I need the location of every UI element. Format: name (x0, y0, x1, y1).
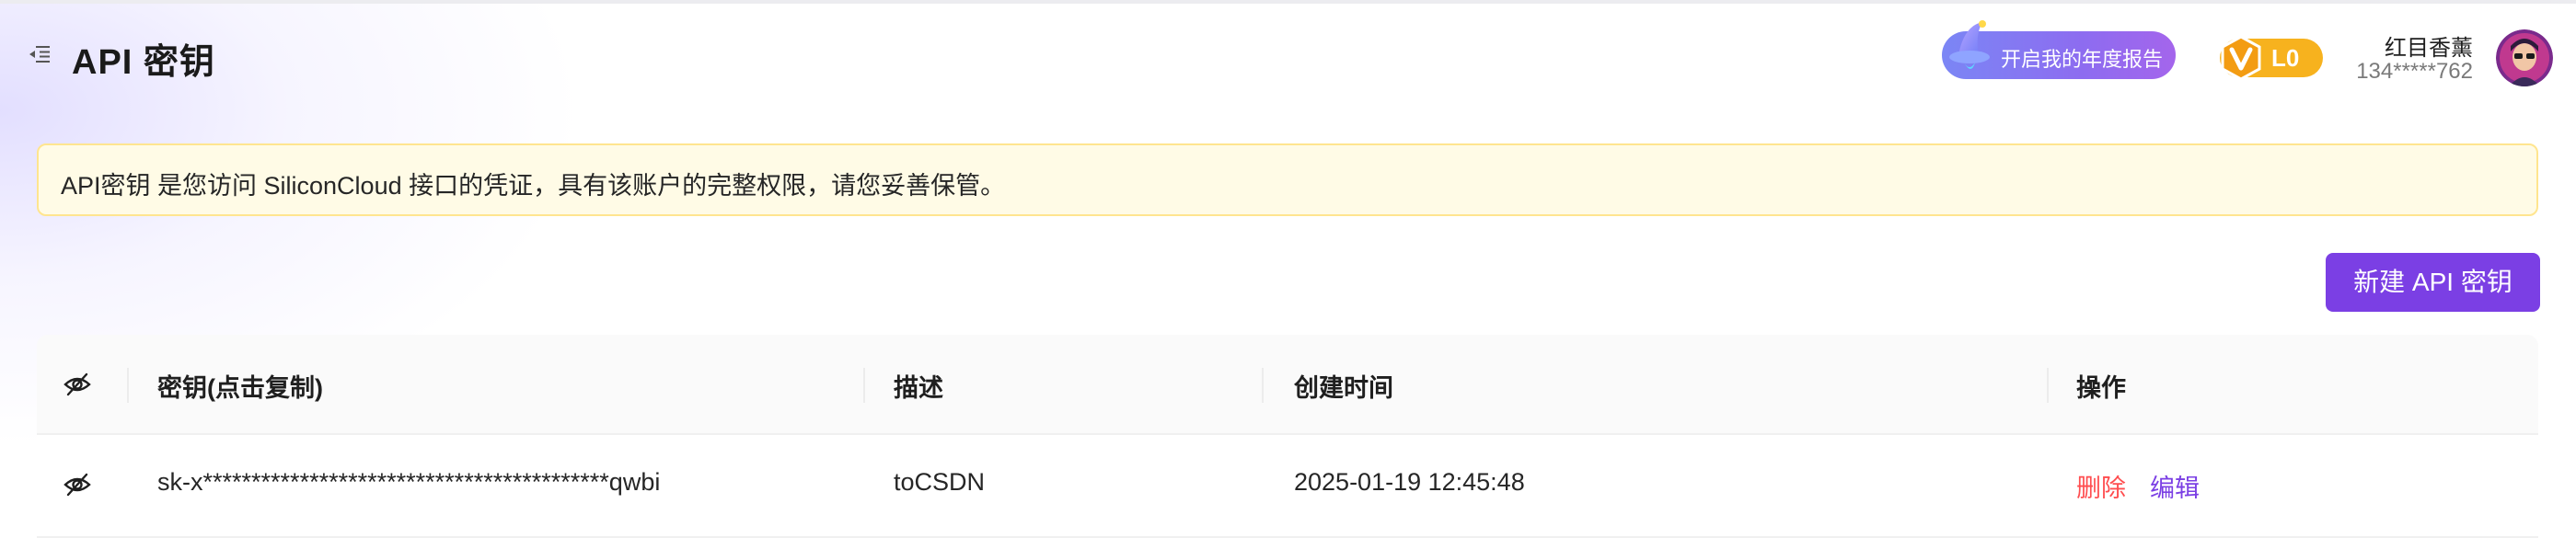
user-phone: 134*****762 (2356, 59, 2473, 84)
column-divider (127, 368, 129, 403)
notice-text: API密钥 是您访问 SiliconCloud 接口的凭证，具有该账户的完整权限… (61, 172, 1006, 200)
eye-slash-icon[interactable] (63, 370, 92, 399)
annual-report-label: 开启我的年度报告 (2001, 48, 2164, 71)
table-header: 密钥(点击复制) 描述 创建时间 操作 (37, 335, 2538, 435)
level-label: L0 (2271, 44, 2300, 72)
info-notice: API密钥 是您访问 SiliconCloud 接口的凭证，具有该账户的完整权限… (37, 143, 2538, 216)
menu-fold-icon[interactable] (28, 42, 52, 66)
key-created-at: 2025-01-19 12:45:48 (1294, 468, 1525, 496)
page: API 密钥 开启我的年度报告 L0 红目香薰 134*****762 API密… (0, 0, 2576, 538)
header: API 密钥 开启我的年度报告 L0 红目香薰 134*****762 (0, 4, 2576, 107)
new-api-key-button[interactable]: 新建 API 密钥 (2326, 253, 2540, 312)
key-description: toCSDN (894, 468, 986, 496)
user-name: 红目香薰 (2385, 36, 2473, 61)
column-header-created-at: 创建时间 (1294, 374, 1393, 402)
column-header-operations: 操作 (2076, 374, 2126, 402)
page-title: API 密钥 (72, 43, 215, 82)
delete-key-link[interactable]: 删除 (2076, 468, 2126, 504)
table-row: sk-x************************************… (37, 435, 2538, 538)
column-divider (1262, 368, 1264, 403)
eye-slash-icon[interactable] (63, 470, 92, 499)
level-badge[interactable]: L0 (2220, 35, 2323, 81)
column-header-key: 密钥(点击复制) (157, 374, 323, 402)
v-badge-icon (2218, 35, 2264, 81)
wizard-hat-icon (1946, 18, 1999, 79)
edit-key-link[interactable]: 编辑 (2150, 468, 2200, 504)
api-key-value[interactable]: sk-x************************************… (157, 468, 660, 497)
column-divider (2047, 368, 2049, 403)
avatar[interactable] (2496, 29, 2553, 86)
column-header-description: 描述 (894, 374, 943, 402)
annual-report-button[interactable]: 开启我的年度报告 (1942, 20, 2176, 79)
column-divider (863, 368, 865, 403)
api-key-table: 密钥(点击复制) 描述 创建时间 操作 sk-x****************… (37, 335, 2538, 538)
